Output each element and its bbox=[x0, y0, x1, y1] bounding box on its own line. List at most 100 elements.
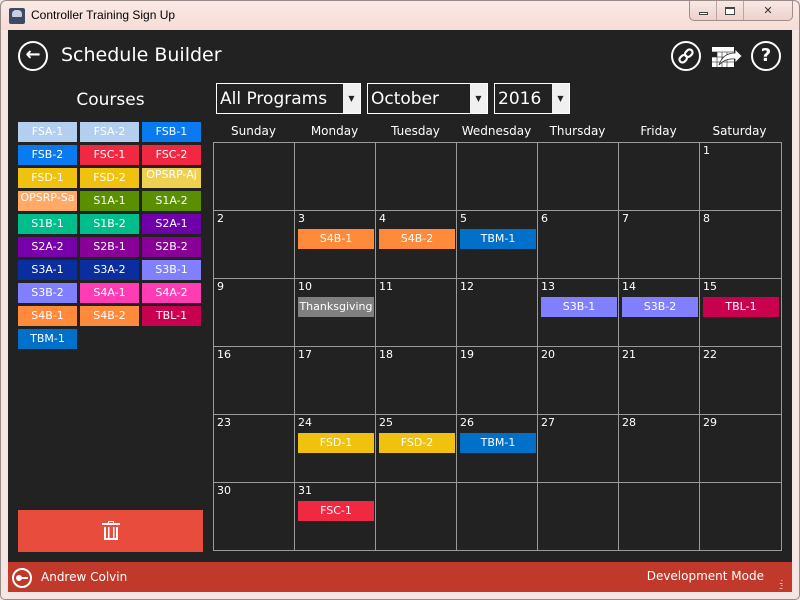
maximize-button[interactable] bbox=[717, 1, 744, 20]
calendar-day-cell[interactable]: 31 FSC-1 bbox=[295, 483, 376, 551]
calendar-event[interactable]: FSD-1 bbox=[298, 433, 374, 453]
resize-grip[interactable]: .:.: bbox=[779, 578, 789, 591]
calendar-day-cell[interactable]: 13 S3B-1 bbox=[538, 279, 619, 347]
calendar-day-cell[interactable] bbox=[538, 143, 619, 211]
weekday-header: Tuesday bbox=[391, 124, 440, 138]
course-tile[interactable]: FSD-1 bbox=[18, 168, 77, 188]
course-tile[interactable]: S4A-2 bbox=[142, 283, 201, 303]
calendar-day-cell[interactable] bbox=[214, 143, 295, 211]
calendar-event[interactable]: S4B-1 bbox=[298, 229, 374, 249]
calendar-day-cell[interactable]: 6 bbox=[538, 211, 619, 279]
user-key-icon bbox=[12, 568, 32, 588]
calendar-day-cell[interactable] bbox=[700, 483, 781, 551]
calendar-day-cell[interactable]: 7 bbox=[619, 211, 700, 279]
course-tile[interactable]: S1B-1 bbox=[18, 214, 77, 234]
calendar-event[interactable]: FSC-1 bbox=[298, 501, 374, 521]
course-tile[interactable]: S2A-2 bbox=[18, 237, 77, 257]
calendar-day-cell[interactable] bbox=[376, 483, 457, 551]
course-tile[interactable]: TBM-1 bbox=[18, 329, 77, 349]
mode-indicator: Development Mode bbox=[646, 569, 764, 583]
calendar-day-cell[interactable] bbox=[619, 143, 700, 211]
calendar-day-cell[interactable]: 10 Thanksgiving bbox=[295, 279, 376, 347]
course-tile[interactable]: FSA-2 bbox=[80, 122, 139, 142]
course-tile[interactable]: S3A-2 bbox=[80, 260, 139, 280]
course-tile[interactable]: S4B-2 bbox=[80, 306, 139, 326]
calendar-event[interactable]: TBM-1 bbox=[460, 433, 536, 453]
calendar-event[interactable]: FSD-2 bbox=[379, 433, 455, 453]
course-tile[interactable]: S2B-1 bbox=[80, 237, 139, 257]
link-button[interactable] bbox=[671, 41, 701, 71]
calendar-day-cell[interactable]: 20 bbox=[538, 347, 619, 415]
calendar-day-cell[interactable]: 5 TBM-1 bbox=[457, 211, 538, 279]
year-select[interactable]: 2016 ▼ bbox=[494, 83, 570, 114]
calendar-day-cell[interactable]: 8 bbox=[700, 211, 781, 279]
calendar-day-cell[interactable]: 23 bbox=[214, 415, 295, 483]
course-tile[interactable]: S2B-2 bbox=[142, 237, 201, 257]
calendar-day-cell[interactable]: 4 S4B-2 bbox=[376, 211, 457, 279]
course-tile[interactable]: OPSRP-Sa bbox=[18, 191, 77, 211]
calendar-day-cell[interactable]: 11 bbox=[376, 279, 457, 347]
calendar-day-cell[interactable]: 25 FSD-2 bbox=[376, 415, 457, 483]
course-tile[interactable]: FSB-1 bbox=[142, 122, 201, 142]
calendar-day-cell[interactable]: 26 TBM-1 bbox=[457, 415, 538, 483]
calendar-day-cell[interactable]: 24 FSD-1 bbox=[295, 415, 376, 483]
calendar-day-cell[interactable] bbox=[538, 483, 619, 551]
calendar-day-cell[interactable]: 17 bbox=[295, 347, 376, 415]
course-tile[interactable]: S3B-1 bbox=[142, 260, 201, 280]
calendar-day-cell[interactable]: 16 bbox=[214, 347, 295, 415]
calendar-event[interactable]: TBM-1 bbox=[460, 229, 536, 249]
calendar-day-cell[interactable]: 29 bbox=[700, 415, 781, 483]
calendar-day-cell[interactable]: 19 bbox=[457, 347, 538, 415]
calendar-day-cell[interactable] bbox=[457, 483, 538, 551]
course-tile[interactable]: S1A-1 bbox=[80, 191, 139, 211]
day-number: 11 bbox=[379, 280, 393, 293]
course-tile[interactable]: S4A-1 bbox=[80, 283, 139, 303]
minimize-button[interactable] bbox=[690, 1, 717, 20]
calendar-day-cell[interactable]: 3 S4B-1 bbox=[295, 211, 376, 279]
course-tile[interactable]: FSA-1 bbox=[18, 122, 77, 142]
course-tile[interactable]: FSC-1 bbox=[80, 145, 139, 165]
calendar-day-cell[interactable]: 12 bbox=[457, 279, 538, 347]
course-tile[interactable]: FSD-2 bbox=[80, 168, 139, 188]
calendar-day-cell[interactable]: 1 bbox=[700, 143, 781, 211]
program-select[interactable]: All Programs ▼ bbox=[216, 83, 361, 114]
calendar-day-cell[interactable]: 2 bbox=[214, 211, 295, 279]
calendar-day-cell[interactable]: 15 TBL-1 bbox=[700, 279, 781, 347]
calendar-event[interactable]: S3B-1 bbox=[541, 297, 617, 317]
back-button[interactable]: ← bbox=[18, 41, 48, 71]
calendar-day-cell[interactable]: 30 bbox=[214, 483, 295, 551]
course-tile[interactable]: S1A-2 bbox=[142, 191, 201, 211]
calendar-day-cell[interactable]: 27 bbox=[538, 415, 619, 483]
calendar-day-cell[interactable]: 18 bbox=[376, 347, 457, 415]
delete-drop-zone[interactable] bbox=[18, 510, 203, 552]
course-tile[interactable]: FSB-2 bbox=[18, 145, 77, 165]
course-tile[interactable]: S3A-1 bbox=[18, 260, 77, 280]
calendar-day-cell[interactable]: 9 bbox=[214, 279, 295, 347]
calendar-event[interactable]: TBL-1 bbox=[703, 297, 779, 317]
course-tile[interactable]: FSC-2 bbox=[142, 145, 201, 165]
course-tile[interactable]: S3B-2 bbox=[18, 283, 77, 303]
calendar-event[interactable]: Thanksgiving bbox=[298, 297, 374, 317]
calendar-day-cell[interactable]: 14 S3B-2 bbox=[619, 279, 700, 347]
chevron-down-icon: ▼ bbox=[552, 84, 569, 113]
course-tile[interactable]: S4B-1 bbox=[18, 306, 77, 326]
course-tile[interactable]: TBL-1 bbox=[142, 306, 201, 326]
course-tile[interactable]: OPSRP-Aj bbox=[142, 168, 201, 188]
calendar-day-cell[interactable]: 28 bbox=[619, 415, 700, 483]
course-tile[interactable]: S1B-2 bbox=[80, 214, 139, 234]
calendar-day-cell[interactable]: 21 bbox=[619, 347, 700, 415]
course-tile[interactable]: S2A-1 bbox=[142, 214, 201, 234]
calendar-event[interactable]: S4B-2 bbox=[379, 229, 455, 249]
help-button[interactable]: ? bbox=[751, 41, 781, 71]
month-select[interactable]: October ▼ bbox=[367, 83, 488, 114]
close-button[interactable]: ✕ bbox=[744, 1, 792, 20]
calendar-day-cell[interactable] bbox=[619, 483, 700, 551]
calendar-day-cell[interactable] bbox=[376, 143, 457, 211]
chevron-down-icon: ▼ bbox=[470, 84, 487, 113]
day-number: 1 bbox=[703, 144, 710, 157]
export-schedule-button[interactable] bbox=[711, 43, 743, 69]
calendar-day-cell[interactable] bbox=[457, 143, 538, 211]
calendar-day-cell[interactable]: 22 bbox=[700, 347, 781, 415]
calendar-event[interactable]: S3B-2 bbox=[622, 297, 698, 317]
calendar-day-cell[interactable] bbox=[295, 143, 376, 211]
